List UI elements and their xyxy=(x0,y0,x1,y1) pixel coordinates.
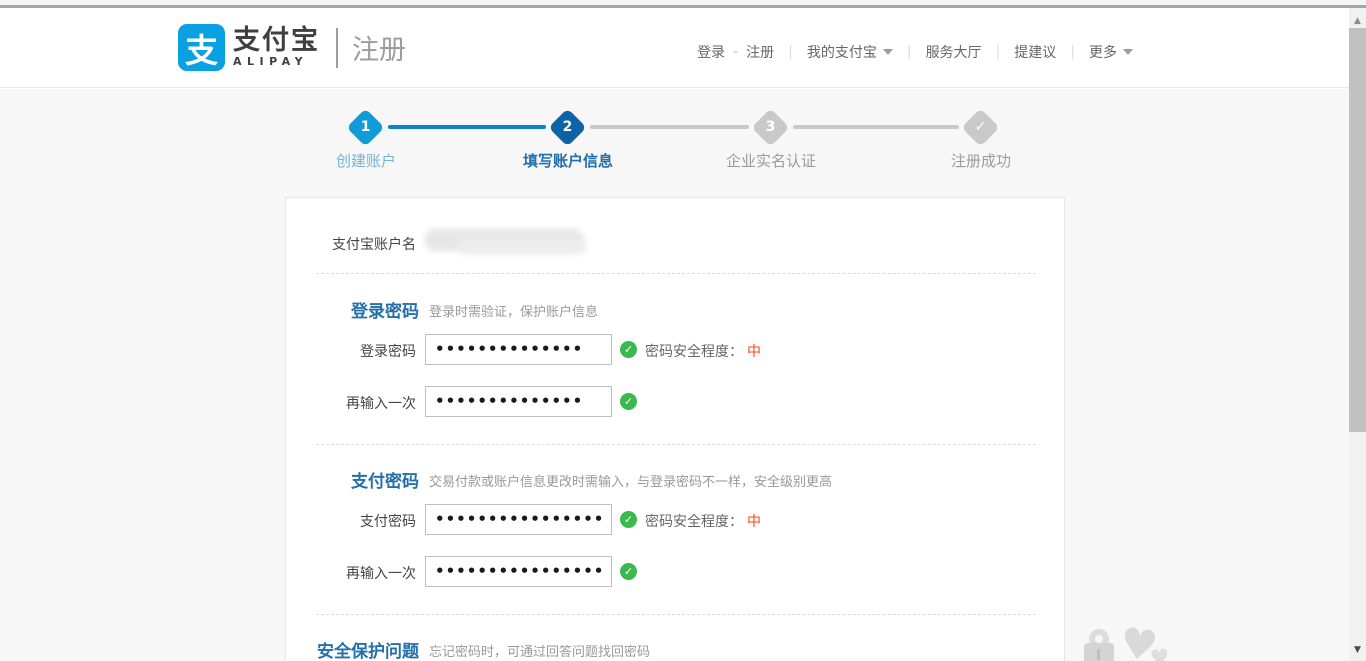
brand-name-cn: 支付宝 xyxy=(233,27,320,55)
password-strength-text: 密码安全程度：中 xyxy=(645,511,761,531)
section-divider xyxy=(316,273,1036,274)
step-1-marker: 1 xyxy=(346,108,384,146)
alipay-logo-icon: 支 xyxy=(178,24,225,71)
heart-icon: ♥ xyxy=(1149,645,1171,661)
login-password-section-hint: 登录时需验证，保护账户信息 xyxy=(429,301,598,320)
step-2-marker: 2 xyxy=(548,108,586,146)
payment-password-label: 支付密码 xyxy=(286,511,416,531)
step-3-marker: 3 xyxy=(751,108,789,146)
browser-top-edge xyxy=(0,0,1366,8)
security-question-section-title: 安全保护问题 xyxy=(286,637,419,661)
step-connector xyxy=(793,125,959,129)
nav-separator: | xyxy=(1070,44,1075,60)
payment-password-input[interactable]: •••••••••••••••• xyxy=(425,504,612,535)
section-divider xyxy=(316,614,1036,615)
step-4-marker: ✓ xyxy=(961,108,999,146)
chevron-down-icon[interactable] xyxy=(883,49,893,55)
scrollbar-thumb[interactable] xyxy=(1349,28,1366,432)
step-2-label: 填写账户信息 xyxy=(488,150,648,171)
vertical-scrollbar[interactable]: ▲ ▼ xyxy=(1349,8,1366,661)
step-connector-done xyxy=(388,125,546,129)
scrollbar-up-arrow-icon[interactable]: ▲ xyxy=(1349,14,1366,28)
login-password-section-title: 登录密码 xyxy=(286,297,419,322)
login-password-repeat-input[interactable]: •••••••••••••• xyxy=(425,386,612,417)
account-info-form-panel: 支付宝账户名 登录密码 登录时需验证，保护账户信息 登录密码 •••••••••… xyxy=(285,197,1065,661)
page-title: 注册 xyxy=(352,28,406,67)
section-divider xyxy=(316,444,1036,445)
chevron-down-icon[interactable] xyxy=(1123,49,1133,55)
step-connector xyxy=(590,125,749,129)
nav-separator: | xyxy=(907,44,912,60)
nav-register-link[interactable]: 注册 xyxy=(746,42,774,62)
nav-login-link[interactable]: 登录 xyxy=(697,42,725,62)
nav-my-alipay-link[interactable]: 我的支付宝 xyxy=(807,42,877,62)
alipay-logo[interactable]: 支 支付宝 ALIPAY 注册 xyxy=(178,24,406,71)
top-navigation: 登录 - 注册 | 我的支付宝 | 服务大厅 | 提建议 | 更多 xyxy=(697,42,1133,62)
strength-value: 中 xyxy=(747,344,761,360)
step-3-label: 企业实名认证 xyxy=(691,150,851,171)
registration-stepper: 1 2 3 ✓ 创建账户 填写账户信息 企业实名认证 注册成功 xyxy=(0,89,1349,179)
strength-value: 中 xyxy=(747,514,761,530)
account-name-label: 支付宝账户名 xyxy=(286,234,416,254)
nav-separator: | xyxy=(996,44,1001,60)
logo-divider xyxy=(336,28,338,68)
password-strength-text: 密码安全程度：中 xyxy=(645,341,761,361)
check-success-icon: ✓ xyxy=(620,341,637,358)
login-password-label: 登录密码 xyxy=(286,341,416,361)
page-header: 支 支付宝 ALIPAY 注册 登录 - 注册 | 我的支付宝 | 服务大厅 |… xyxy=(0,8,1349,88)
login-password-repeat-label: 再输入一次 xyxy=(286,393,416,413)
payment-password-section-title: 支付密码 xyxy=(286,467,419,492)
check-success-icon: ✓ xyxy=(620,511,637,528)
step-1-label: 创建账户 xyxy=(286,150,446,171)
security-question-section-hint: 忘记密码时，可通过回答问题找回密码 xyxy=(429,641,650,660)
payment-password-section-hint: 交易付款或账户信息更改时需输入，与登录密码不一样，安全级别更高 xyxy=(429,471,832,490)
main-content: 1 2 3 ✓ 创建账户 填写账户信息 企业实名认证 注册成功 支付宝账户名 登… xyxy=(0,89,1349,661)
redacted-account-name-blur xyxy=(456,240,586,254)
nav-dash: - xyxy=(733,44,738,60)
payment-password-repeat-input[interactable]: •••••••••••••••• xyxy=(425,556,612,587)
nav-service-hall-link[interactable]: 服务大厅 xyxy=(926,42,982,62)
login-password-input[interactable]: •••••••••••••• xyxy=(425,334,612,365)
browser-viewport: ▲ ▼ 支 支付宝 ALIPAY 注册 登录 - 注册 | 我的支付宝 | 服务… xyxy=(0,0,1366,661)
brand-text: 支付宝 ALIPAY xyxy=(233,27,320,68)
scrollbar-down-arrow-icon[interactable]: ▼ xyxy=(1349,643,1366,657)
payment-password-repeat-label: 再输入一次 xyxy=(286,563,416,583)
nav-suggest-link[interactable]: 提建议 xyxy=(1014,42,1056,62)
strength-label: 密码安全程度： xyxy=(645,514,743,530)
check-success-icon: ✓ xyxy=(620,563,637,580)
nav-more-link[interactable]: 更多 xyxy=(1089,42,1117,62)
nav-separator: | xyxy=(788,44,793,60)
brand-name-en: ALIPAY xyxy=(233,55,320,68)
check-success-icon: ✓ xyxy=(620,393,637,410)
lock-icon xyxy=(1084,643,1114,661)
step-4-label: 注册成功 xyxy=(901,150,1061,171)
strength-label: 密码安全程度： xyxy=(645,344,743,360)
